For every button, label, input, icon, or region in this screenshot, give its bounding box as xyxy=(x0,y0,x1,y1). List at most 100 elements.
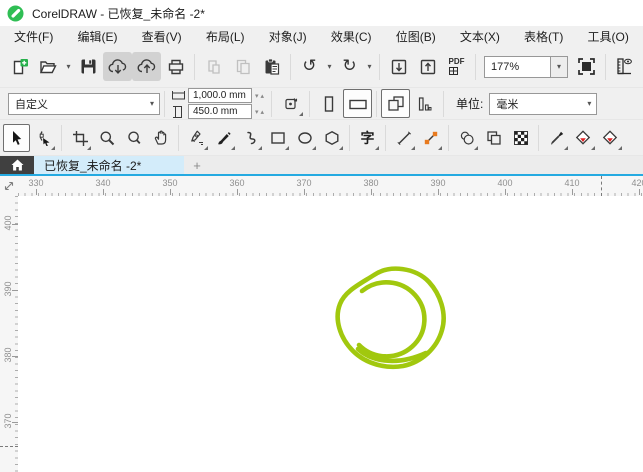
save-icon xyxy=(80,58,97,75)
crop-tool[interactable] xyxy=(66,124,93,152)
cloud-download-icon xyxy=(108,58,128,76)
save-button[interactable] xyxy=(74,52,103,81)
open-menu-caret[interactable]: ▾ xyxy=(63,52,74,81)
menu-item-text[interactable]: 文本(X) xyxy=(460,28,500,45)
ruler-label: 400 xyxy=(491,178,519,195)
pen-tool[interactable] xyxy=(183,124,210,152)
pick-tool[interactable] xyxy=(3,123,30,152)
cloud-upload-button[interactable] xyxy=(132,52,161,81)
toolbox-separator xyxy=(349,124,350,151)
polygon-tool[interactable] xyxy=(318,124,345,152)
portrait-button[interactable] xyxy=(314,89,343,118)
full-screen-preview-icon xyxy=(577,57,596,76)
menu-item-edit[interactable]: 编辑(E) xyxy=(78,28,118,45)
page-size-preset-value: 自定义 xyxy=(15,98,48,111)
text-tool[interactable]: 字 xyxy=(354,124,381,152)
pdf-label: PDF xyxy=(448,57,465,66)
menu-item-effects[interactable]: 效果(C) xyxy=(331,28,372,45)
transparency-tool[interactable] xyxy=(480,124,507,152)
coreldraw-app-icon xyxy=(7,5,24,22)
pattern-fill-tool[interactable] xyxy=(507,124,534,152)
landscape-button[interactable] xyxy=(343,89,373,118)
menu-item-table[interactable]: 表格(T) xyxy=(524,28,563,45)
toolbar-separator xyxy=(271,90,273,117)
paste-button[interactable] xyxy=(257,52,286,81)
chevron-down-icon: ▾ xyxy=(327,62,332,71)
ellipse-tool-icon xyxy=(297,130,313,146)
menu-item-view[interactable]: 查看(V) xyxy=(142,28,182,45)
redo-button[interactable]: ↻ xyxy=(335,52,364,81)
zoom-tool[interactable] xyxy=(93,124,120,152)
zoom-level-dropdown-button[interactable]: ▾ xyxy=(550,55,568,78)
pan-tool[interactable] xyxy=(147,124,174,152)
all-pages-icon xyxy=(387,95,405,112)
ruler-label: 360 xyxy=(223,178,251,195)
scribble-inner-arc[interactable] xyxy=(356,280,427,359)
current-page-icon xyxy=(417,96,432,112)
document-tab-active[interactable]: 已恢复_未命名 -2* xyxy=(34,156,184,174)
open-button[interactable] xyxy=(34,52,63,81)
redo-icon: ↻ xyxy=(342,56,357,76)
shape-edit-tool[interactable] xyxy=(30,124,57,152)
color-eyedropper-tool[interactable] xyxy=(543,124,570,152)
cloud-download-button[interactable] xyxy=(103,52,132,81)
scribble-circle-drawing[interactable] xyxy=(328,260,458,380)
export-button[interactable] xyxy=(413,52,442,81)
connector-tool-icon xyxy=(423,130,439,146)
drop-shadow-tool[interactable] xyxy=(453,124,480,152)
redo-menu-caret[interactable]: ▾ xyxy=(364,52,375,81)
import-icon xyxy=(390,58,408,76)
color-eyedropper-tool-icon xyxy=(549,130,565,146)
page-width-spinner[interactable]: ▾ ▴ xyxy=(252,92,264,100)
connector-tool[interactable] xyxy=(417,124,444,152)
welcome-home-button[interactable] xyxy=(0,156,34,174)
zoom-tool-icon xyxy=(99,130,115,146)
rectangle-tool[interactable] xyxy=(264,124,291,152)
menu-item-object[interactable]: 对象(J) xyxy=(269,28,307,45)
menu-item-layout[interactable]: 布局(L) xyxy=(206,28,245,45)
undo-button[interactable]: ↺ xyxy=(295,52,324,81)
paint-brush-tool[interactable] xyxy=(210,124,237,152)
page-dimensions-button[interactable] xyxy=(276,89,305,118)
zoom-level-value[interactable]: 177% xyxy=(484,55,550,78)
print-button[interactable] xyxy=(161,52,190,81)
drawing-canvas[interactable] xyxy=(18,196,643,472)
interactive-fill-tool[interactable] xyxy=(570,124,597,152)
toolbar-separator xyxy=(290,53,291,80)
ellipse-tool[interactable] xyxy=(291,124,318,152)
spinner-down-icon: ▾ xyxy=(255,108,259,116)
menu-item-bitmaps[interactable]: 位图(B) xyxy=(396,28,436,45)
smart-fill-tool[interactable] xyxy=(597,124,624,152)
export-icon xyxy=(419,58,437,76)
new-document-button[interactable] xyxy=(5,52,34,81)
units-dropdown[interactable]: 毫米 ▾ xyxy=(489,92,598,115)
menu-item-tools[interactable]: 工具(O) xyxy=(588,28,629,45)
b-spline-tool[interactable] xyxy=(237,124,264,152)
all-pages-button[interactable] xyxy=(381,89,411,118)
straight-line-tool[interactable] xyxy=(390,124,417,152)
menu-item-file[interactable]: 文件(F) xyxy=(14,28,53,45)
new-tab-button[interactable]: + xyxy=(184,156,210,174)
horizontal-ruler[interactable]: 330 340 350 360 370 380 390 400 410 420 xyxy=(18,176,643,196)
paste-icon xyxy=(263,58,281,76)
page-height-field[interactable]: 450.0 mm xyxy=(188,104,252,119)
page-height-spinner[interactable]: ▾ ▴ xyxy=(252,108,264,116)
page-width-field[interactable]: 1,000.0 mm xyxy=(188,88,252,103)
publish-pdf-button[interactable]: PDF xyxy=(442,52,471,81)
import-button[interactable] xyxy=(384,52,413,81)
zoom-level-combo: 177% ▾ xyxy=(484,55,568,78)
publish-pdf-icon: PDF xyxy=(448,57,465,75)
undo-menu-caret[interactable]: ▾ xyxy=(324,52,335,81)
full-screen-preview-button[interactable] xyxy=(572,52,601,81)
home-icon xyxy=(11,159,24,171)
units-value: 毫米 xyxy=(496,98,519,111)
show-rulers-button[interactable] xyxy=(610,52,639,81)
current-page-button[interactable] xyxy=(410,89,439,118)
page-size-preset-dropdown[interactable]: 自定义 ▾ xyxy=(8,92,160,115)
property-bar: 自定义 ▾ 1,000.0 mm ▾ ▴ 450.0 mm ▾ ▴ 单位: 毫米… xyxy=(0,88,643,120)
vertical-ruler[interactable]: 400 390 380 370 xyxy=(0,196,18,472)
open-folder-icon xyxy=(39,58,58,76)
ruler-origin-corner[interactable] xyxy=(0,176,18,196)
zoom-secondary-tool[interactable] xyxy=(120,124,147,152)
title-bar: CorelDRAW - 已恢复_未命名 -2* xyxy=(0,0,643,26)
